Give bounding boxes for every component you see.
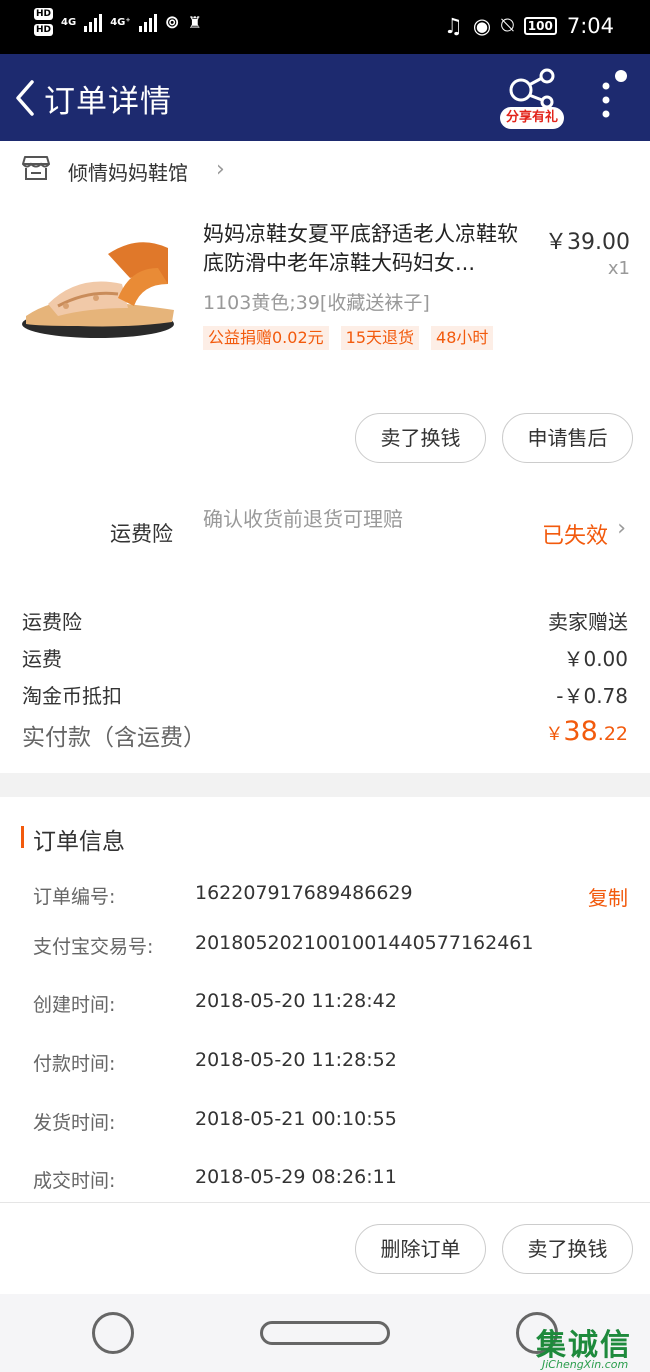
insurance-description: 确认收货前退货可理赔 bbox=[203, 507, 403, 531]
shipping-insurance-row[interactable]: 运费险 确认收货前退货可理赔 已失效 › bbox=[0, 500, 650, 564]
info-label: 创建时间: bbox=[33, 994, 116, 1016]
shipped-time: 2018-05-21 00:10:55 bbox=[195, 1108, 397, 1130]
order-info-title: 订单信息 bbox=[33, 829, 125, 855]
back-icon[interactable] bbox=[12, 78, 42, 118]
info-label: 成交时间: bbox=[33, 1170, 116, 1192]
fee-row-insurance: 运费险 卖家赠送 bbox=[22, 606, 628, 635]
tag-charity: 公益捐赠0.02元 bbox=[203, 326, 329, 350]
shop-icon bbox=[22, 156, 50, 180]
fee-value: ￥0.00 bbox=[563, 647, 628, 671]
app-header: 订单详情 分享有礼 bbox=[0, 54, 650, 141]
product-quantity: x1 bbox=[607, 258, 630, 279]
created-time: 2018-05-20 11:28:42 bbox=[195, 990, 397, 1012]
hd-indicator: HD bbox=[34, 8, 54, 20]
network-label-1: 4G bbox=[61, 16, 77, 28]
tag-48h: 48小时 bbox=[431, 326, 494, 350]
section-divider bbox=[0, 773, 650, 797]
app-notification-icon: ♜ bbox=[187, 12, 203, 32]
total-paid-label: 实付款（含运费） bbox=[22, 725, 206, 751]
app-shortcut-icon[interactable] bbox=[92, 1312, 134, 1354]
hd-indicator-2: HD bbox=[34, 24, 54, 36]
fee-row-shipping: 运费 ￥0.00 bbox=[22, 643, 628, 672]
delete-order-button[interactable]: 删除订单 bbox=[355, 1224, 486, 1274]
product-title: 妈妈凉鞋女夏平底舒适老人凉鞋软底防滑中老年凉鞋大码妇女... bbox=[203, 222, 518, 275]
service-tags: 公益捐赠0.02元 15天退货 48小时 bbox=[203, 326, 494, 350]
headset-icon: ♫ bbox=[444, 13, 463, 38]
product-sku: 1103黄色;39[收藏送袜子] bbox=[203, 292, 430, 314]
fee-row-coin-deduction: 淘金币抵扣 -￥0.78 bbox=[22, 680, 628, 709]
battery-icon: 100 bbox=[523, 16, 557, 35]
fee-label: 运费险 bbox=[22, 610, 82, 634]
shop-row[interactable]: 倾情妈妈鞋馆 › bbox=[0, 141, 650, 197]
info-label: 付款时间: bbox=[33, 1053, 116, 1075]
info-label: 发货时间: bbox=[33, 1112, 116, 1134]
insurance-status: 已失效 bbox=[541, 524, 608, 549]
insurance-label: 运费险 bbox=[110, 522, 173, 546]
chevron-right-icon: › bbox=[617, 516, 626, 541]
watermark-logo: 集诚信 JiChengXin.com bbox=[532, 1300, 650, 1372]
home-gesture-bar[interactable] bbox=[260, 1321, 390, 1345]
fee-value: 卖家赠送 bbox=[548, 610, 628, 634]
product-image bbox=[22, 242, 174, 338]
total-currency: ￥ bbox=[545, 724, 564, 745]
network-label-2: 4G⁺ bbox=[110, 16, 131, 28]
share-badge: 分享有礼 bbox=[500, 107, 564, 129]
signal-icon bbox=[84, 12, 103, 32]
total-paid-amount: ￥38.22 bbox=[545, 716, 628, 747]
alipay-trade-number: 2018052021001001440577162461 bbox=[195, 932, 534, 954]
clock: 7:04 bbox=[566, 13, 614, 38]
sell-for-cash-bottom-button[interactable]: 卖了换钱 bbox=[502, 1224, 633, 1274]
total-decimal: .22 bbox=[597, 723, 628, 745]
completed-time: 2018-05-29 08:26:11 bbox=[195, 1166, 397, 1188]
section-accent-bar bbox=[21, 826, 24, 848]
mute-icon: ⍉ bbox=[501, 13, 514, 37]
shop-name: 倾情妈妈鞋馆 bbox=[68, 161, 188, 185]
page-title: 订单详情 bbox=[44, 84, 172, 120]
bottom-divider bbox=[0, 1202, 650, 1203]
product-item[interactable]: 妈妈凉鞋女夏平底舒适老人凉鞋软底防滑中老年凉鞋大码妇女... ￥39.00 x1… bbox=[0, 210, 650, 360]
share-button[interactable]: 分享有礼 bbox=[500, 66, 564, 132]
chevron-right-icon: › bbox=[216, 157, 225, 182]
share-icon bbox=[509, 68, 555, 109]
more-menu-icon[interactable] bbox=[596, 70, 632, 130]
info-label: 订单编号: bbox=[33, 886, 116, 908]
copy-button[interactable]: 复制 bbox=[588, 882, 628, 911]
fee-label: 运费 bbox=[22, 647, 62, 671]
fee-label: 淘金币抵扣 bbox=[22, 684, 122, 708]
sync-icon: ⊚ bbox=[164, 11, 180, 33]
fee-value: -￥0.78 bbox=[556, 684, 628, 708]
product-price: ￥39.00 bbox=[545, 230, 630, 255]
total-integer: 38 bbox=[563, 716, 598, 747]
order-number: 162207917689486629 bbox=[195, 882, 413, 904]
apply-aftersale-button[interactable]: 申请售后 bbox=[502, 413, 633, 463]
signal-icon-2 bbox=[138, 12, 157, 32]
status-bar: HD HD 4G 4G⁺ ⊚ ♜ ♫ ◉ ⍉ 100 7:04 bbox=[0, 0, 650, 54]
sell-for-cash-button[interactable]: 卖了换钱 bbox=[355, 413, 486, 463]
tag-return-15: 15天退货 bbox=[340, 326, 420, 350]
info-label: 支付宝交易号: bbox=[33, 936, 154, 958]
watermark-url: JiChengXin.com bbox=[542, 1358, 629, 1371]
eye-icon: ◉ bbox=[472, 13, 492, 38]
paid-time: 2018-05-20 11:28:52 bbox=[195, 1049, 397, 1071]
